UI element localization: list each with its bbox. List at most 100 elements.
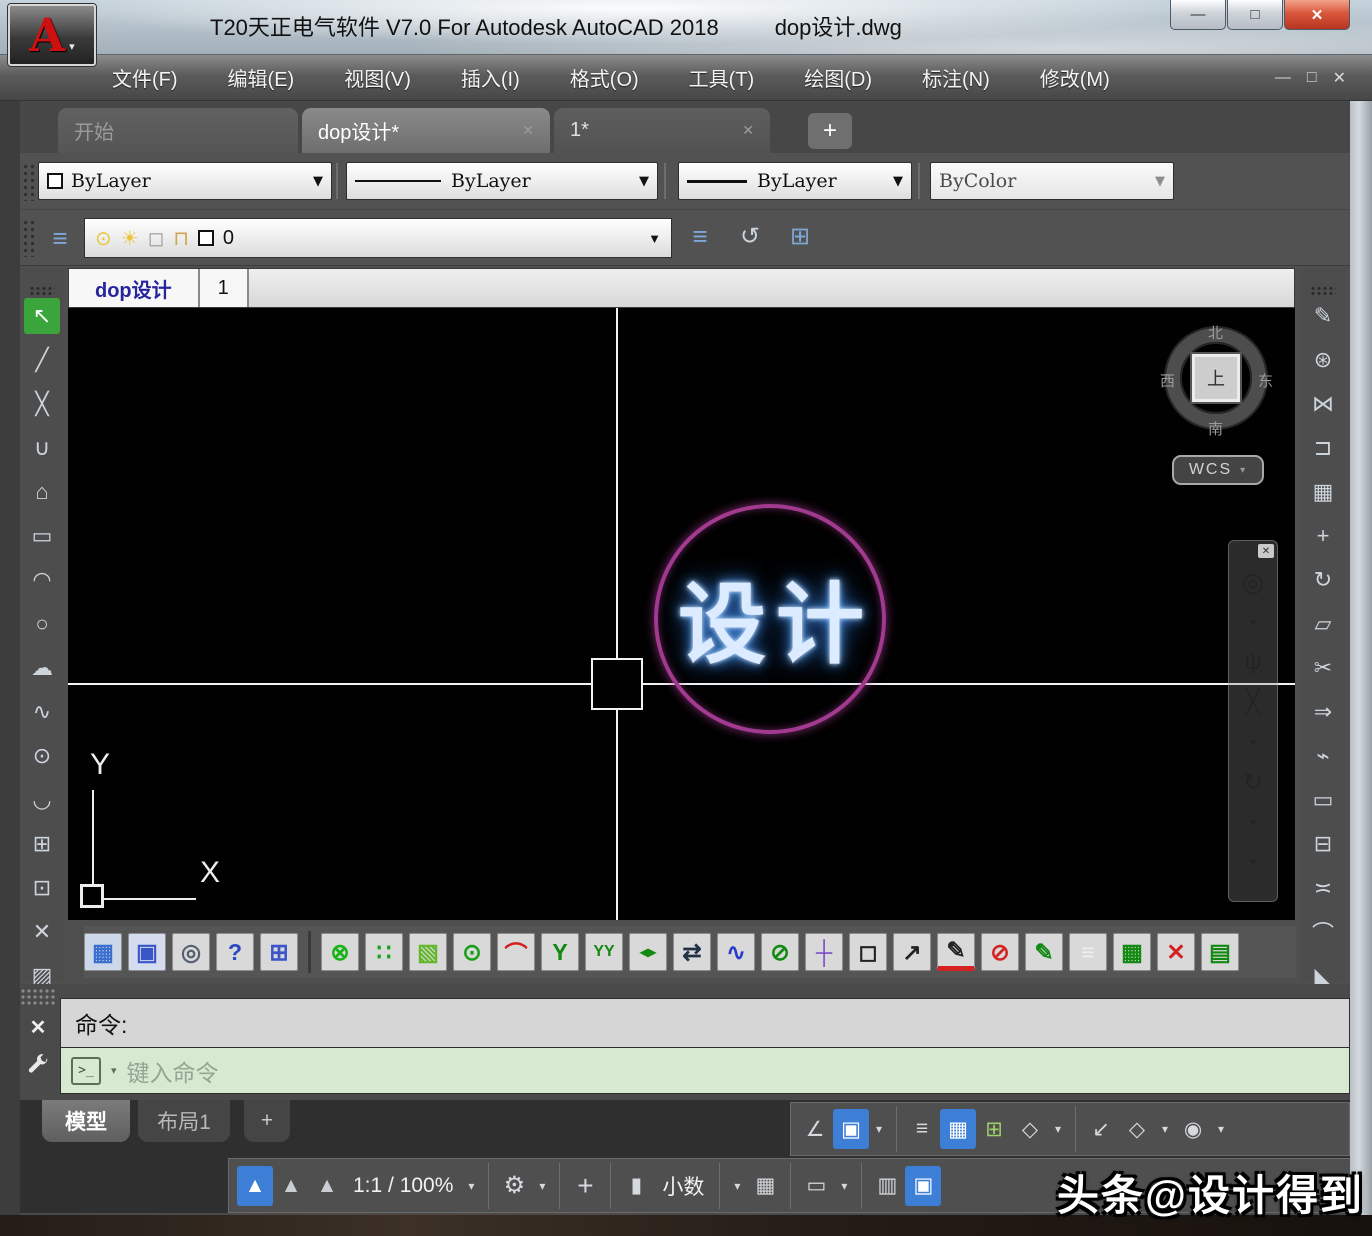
layer-settings-icon[interactable]: ⊞ xyxy=(782,218,818,254)
wheel-more-icon[interactable]: ▾ xyxy=(1236,606,1270,638)
lamp-symbol-icon[interactable]: Y xyxy=(541,933,579,971)
lighting-layout-icon[interactable]: ∿ xyxy=(717,933,755,971)
command-grip[interactable] xyxy=(20,988,56,1006)
wire-cross-icon[interactable]: ┼ xyxy=(805,933,843,971)
arc-wire-icon[interactable]: ⌒ xyxy=(497,933,535,971)
menu-file[interactable]: 文件(F) xyxy=(112,63,178,92)
offset-icon[interactable]: ⊐ xyxy=(1305,430,1341,466)
toolbar-grip[interactable] xyxy=(29,286,55,296)
command-prompt-icon[interactable]: >_ xyxy=(71,1057,101,1085)
doc-close-icon[interactable]: ✕ xyxy=(1333,68,1346,88)
doc-minimize-icon[interactable]: — xyxy=(1275,69,1291,87)
break-at-point-icon[interactable]: ⊟ xyxy=(1305,826,1341,862)
cube-3d-icon[interactable]: ◇ xyxy=(1119,1109,1155,1149)
command-input-placeholder[interactable]: 键入命令 xyxy=(127,1054,219,1088)
app-logo-button[interactable]: A ▾ xyxy=(8,4,96,66)
mirror-icon[interactable]: ⋈ xyxy=(1305,386,1341,422)
command-input-row[interactable]: >_ ▾ 键入命令 xyxy=(60,1048,1350,1094)
leader-annotate-icon[interactable]: ↗ xyxy=(893,933,931,971)
layer-unlock-icon[interactable]: ⊓ xyxy=(173,226,189,251)
pole-lamp-icon[interactable]: ⊘ xyxy=(761,933,799,971)
pan-hand-icon[interactable]: ψ xyxy=(1236,646,1270,678)
fillet-icon[interactable]: ⌒ xyxy=(1305,914,1341,950)
device-manage-icon[interactable]: ⊞ xyxy=(260,933,298,971)
polygon-icon[interactable]: ⌂ xyxy=(24,474,60,510)
rectangle-icon[interactable]: ▭ xyxy=(24,518,60,554)
menu-insert[interactable]: 插入(I) xyxy=(461,63,520,92)
display-lock-icon[interactable]: ▭ xyxy=(798,1166,834,1206)
menu-dimension[interactable]: 标注(N) xyxy=(922,63,990,92)
tab-close-icon[interactable]: ✕ xyxy=(522,122,534,139)
break-icon[interactable]: ▭ xyxy=(1305,782,1341,818)
units-more-icon[interactable]: ▾ xyxy=(727,1166,747,1206)
menu-tools[interactable]: 工具(T) xyxy=(689,63,755,92)
units-ruler-icon[interactable]: ▮ xyxy=(618,1166,654,1206)
ucs-toggle-icon[interactable]: ↙ xyxy=(1083,1109,1119,1149)
layer-properties-button[interactable]: ≡ xyxy=(40,218,80,258)
select-icon[interactable]: ↖ xyxy=(24,298,60,334)
file-tab-active[interactable]: dop设计* ✕ xyxy=(302,108,550,153)
object-isolate-icon[interactable]: ▥ xyxy=(869,1166,905,1206)
lamp-wire-icon[interactable]: ⊙ xyxy=(453,933,491,971)
chevron-down-icon[interactable]: ▾ xyxy=(111,1064,117,1077)
wcs-button[interactable]: WCS ▾ xyxy=(1172,455,1264,485)
move-icon[interactable]: + xyxy=(1305,518,1341,554)
equipment-insert-icon[interactable]: ⊗ xyxy=(321,933,359,971)
spline-icon[interactable]: ∿ xyxy=(24,694,60,730)
help-assist-icon[interactable]: ? xyxy=(216,933,254,971)
wire-tools-icon[interactable]: ◎ xyxy=(172,933,210,971)
layer-freeze-icon[interactable]: ◻ xyxy=(148,226,165,251)
convert-device-icon[interactable]: ⇄ xyxy=(673,933,711,971)
terminal-table-icon[interactable]: ▤ xyxy=(1201,933,1239,971)
layer-combo[interactable]: ⊙☀◻⊓ 0 ▼ xyxy=(84,218,672,258)
color-combo[interactable]: ByLayer ▼ xyxy=(38,162,332,200)
circle-icon[interactable]: ○ xyxy=(24,606,60,642)
quick-calc-icon[interactable]: ▦ xyxy=(747,1166,783,1206)
divide-point-icon[interactable]: ✕ xyxy=(24,914,60,950)
viewcube-more-icon[interactable]: ▾ xyxy=(1048,1109,1068,1149)
block-convert-icon[interactable]: ▧ xyxy=(409,933,447,971)
viewcube-west-label[interactable]: 西 xyxy=(1160,370,1175,391)
scale-icon[interactable]: ▱ xyxy=(1305,606,1341,642)
linetype-combo[interactable]: ByLayer ▼ xyxy=(346,162,658,200)
orbit-icon[interactable]: ↻ xyxy=(1236,766,1270,798)
steering-wheel-icon[interactable]: ◎ xyxy=(1236,566,1270,598)
viewcube-east-label[interactable]: 东 xyxy=(1258,370,1273,391)
toolbar-grip[interactable] xyxy=(22,219,34,257)
cube-more-icon[interactable]: ▾ xyxy=(1155,1109,1175,1149)
lineweight-combo[interactable]: ByLayer ▼ xyxy=(678,162,912,200)
lengthen-icon[interactable]: ⌁ xyxy=(1305,738,1341,774)
crosshair-plus-icon[interactable]: + xyxy=(567,1166,603,1206)
layer-lines-icon[interactable]: ≡ xyxy=(1069,933,1107,971)
command-close-icon[interactable]: ✕ xyxy=(20,1010,56,1044)
device-table-icon[interactable]: ▦ xyxy=(1113,933,1151,971)
create-block-icon[interactable]: ⊡ xyxy=(24,870,60,906)
doc-restore-icon[interactable]: □ xyxy=(1307,69,1317,87)
layer-thaw-sun-icon[interactable]: ☀ xyxy=(121,226,139,251)
wire-align-icon[interactable]: ◂▸ xyxy=(629,933,667,971)
security-more-icon[interactable]: ▾ xyxy=(1211,1109,1231,1149)
clean-screen-icon[interactable]: ▣ xyxy=(905,1166,941,1206)
wire-break-icon[interactable]: ✕ xyxy=(1157,933,1195,971)
orbit-more-icon[interactable]: ▾ xyxy=(1236,806,1270,838)
object-snap-icon[interactable]: ▣ xyxy=(833,1109,869,1149)
copy-icon[interactable]: ⊛ xyxy=(1305,342,1341,378)
menu-modify[interactable]: 修改(M) xyxy=(1040,63,1110,92)
annotation-autoscale-icon[interactable]: ▲ xyxy=(273,1166,309,1206)
viewcube-north-label[interactable]: 北 xyxy=(1208,322,1223,343)
viewcube-top-face[interactable]: 上 xyxy=(1192,354,1240,402)
close-button[interactable]: ✕ xyxy=(1284,0,1350,30)
insert-block-icon[interactable]: ⊞ xyxy=(24,826,60,862)
viewcube-south-label[interactable]: 南 xyxy=(1208,418,1223,439)
menu-edit[interactable]: 编辑(E) xyxy=(228,63,295,92)
menu-view[interactable]: 视图(V) xyxy=(344,63,411,92)
drawing-canvas[interactable]: 设计 上 北 南 西 东 WCS ▾ Y X ✕ ◎▾ψ╳▾↻▾▾ xyxy=(68,308,1295,920)
file-tab-second[interactable]: 1* ✕ xyxy=(554,108,770,153)
save-project-icon[interactable]: ▣ xyxy=(128,933,166,971)
wire-trim-icon[interactable]: ⊘ xyxy=(981,933,1019,971)
menu-draw[interactable]: 绘图(D) xyxy=(804,63,872,92)
erase-icon[interactable]: ✎ xyxy=(1305,298,1341,334)
drawing-tab-main[interactable]: dop设计 xyxy=(69,269,200,307)
toolbar-grip[interactable] xyxy=(1310,286,1336,296)
array-icon[interactable]: ▦ xyxy=(1305,474,1341,510)
